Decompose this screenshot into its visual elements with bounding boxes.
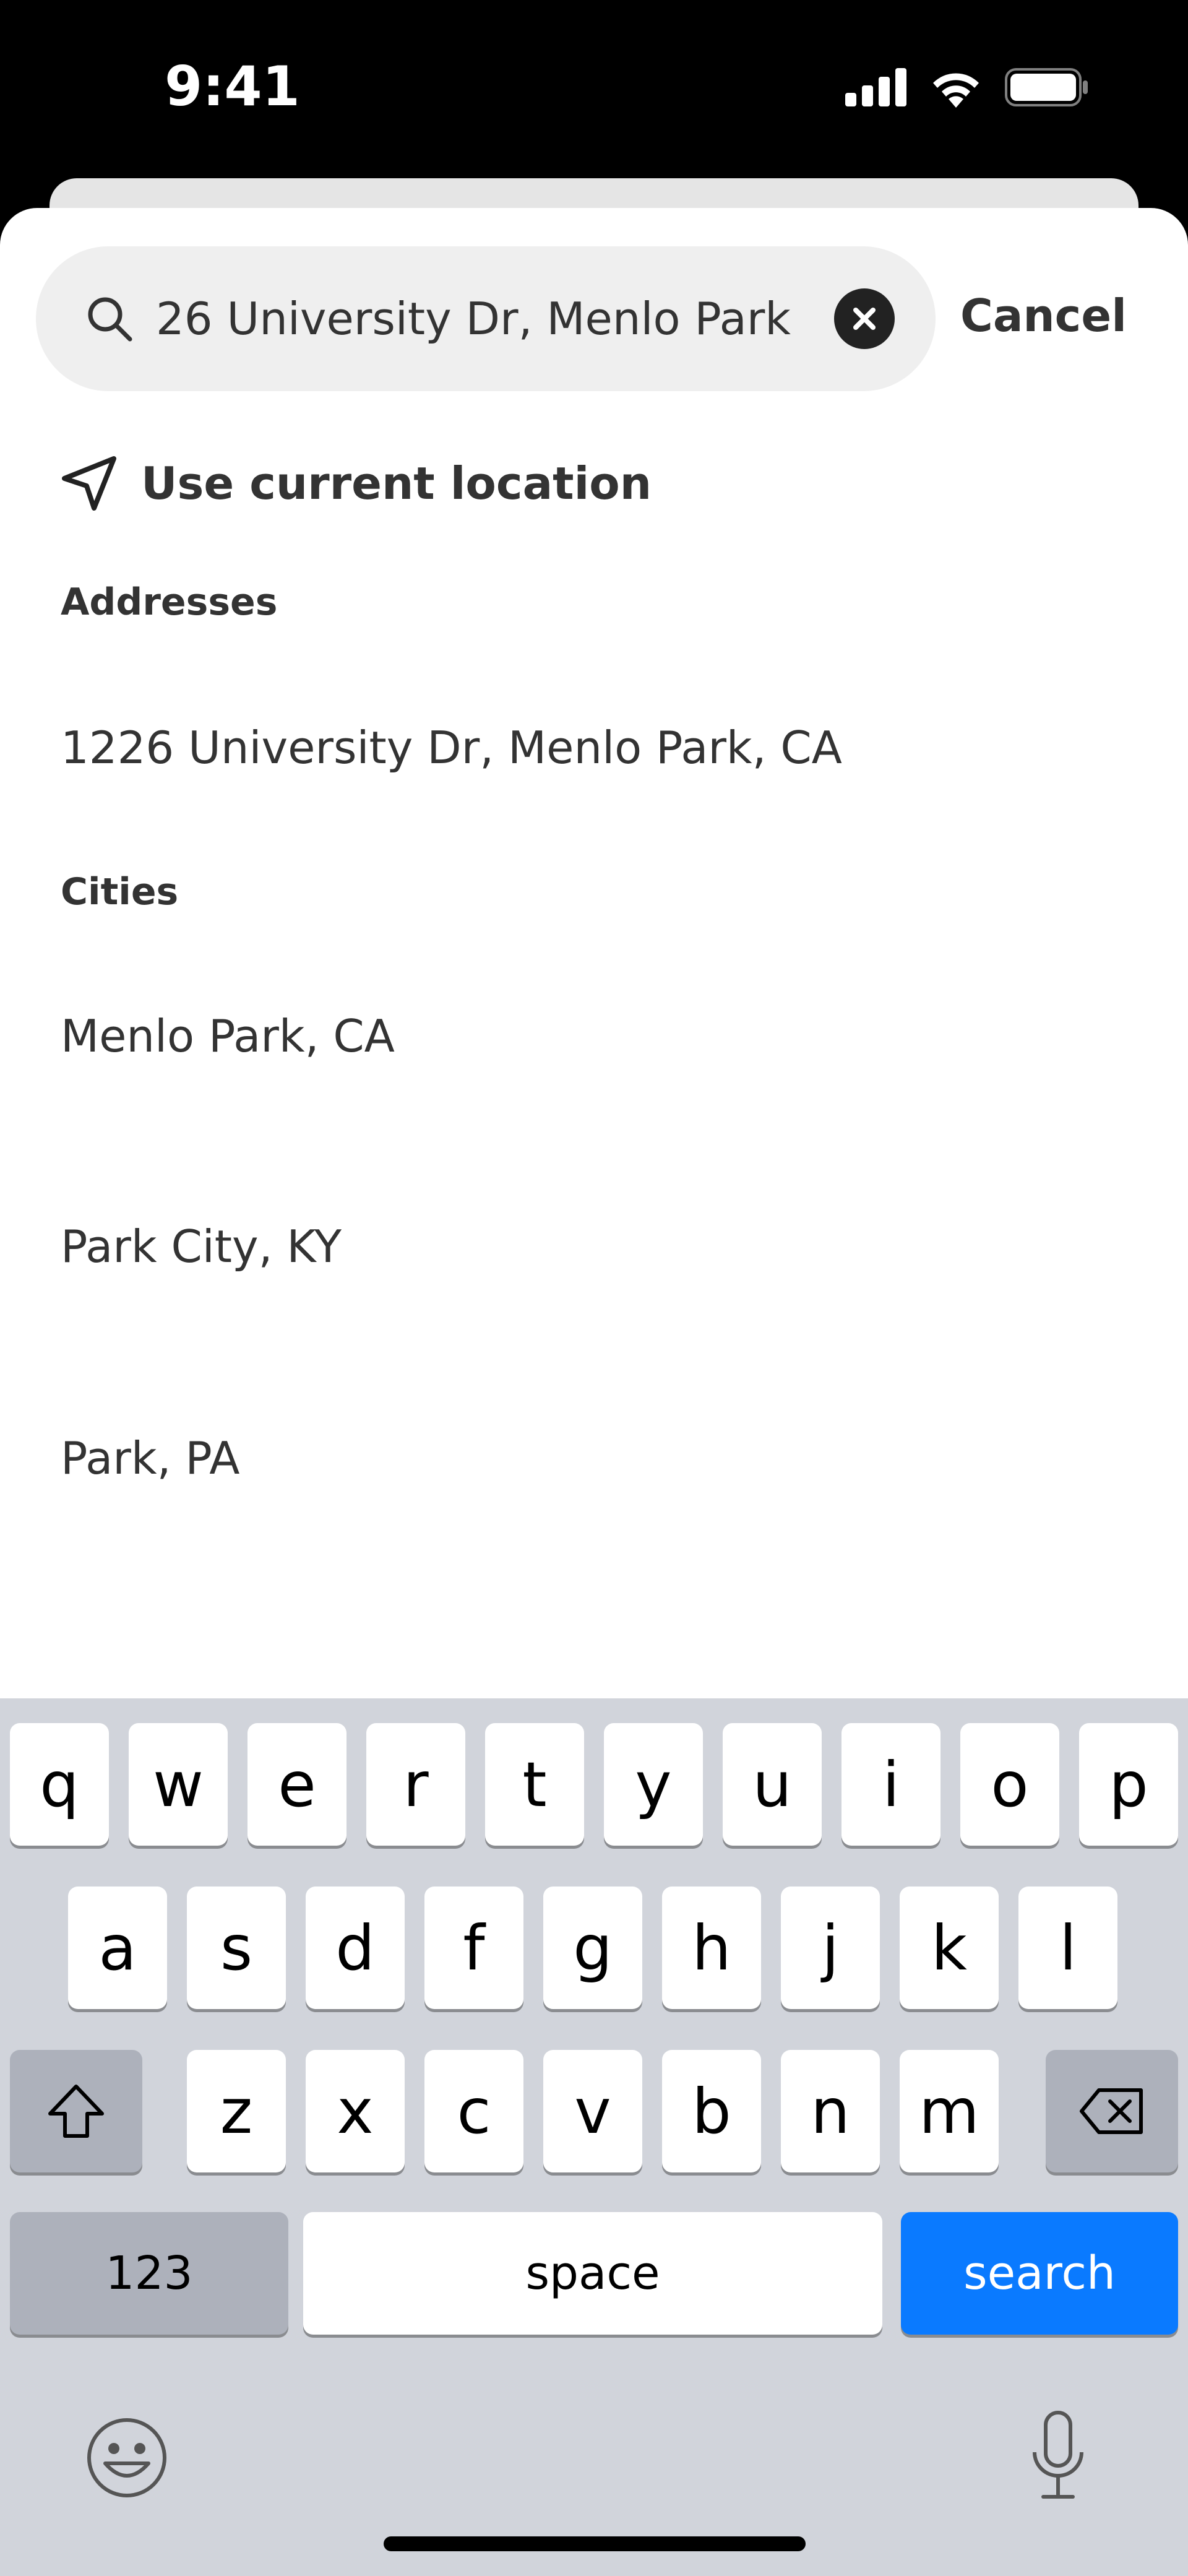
use-current-location-button[interactable]: Use current location: [59, 449, 652, 517]
signal-icon: [845, 68, 906, 106]
shift-icon: [48, 2085, 104, 2138]
key-y[interactable]: y: [604, 1723, 703, 1846]
key-f[interactable]: f: [424, 1887, 523, 2009]
city-result-item[interactable]: Menlo Park, CA: [61, 1010, 395, 1062]
key-v[interactable]: v: [543, 2050, 642, 2172]
key-n[interactable]: n: [781, 2050, 880, 2172]
key-p[interactable]: p: [1079, 1723, 1178, 1846]
home-indicator: [384, 2536, 806, 2551]
key-u[interactable]: u: [723, 1723, 822, 1846]
addresses-section-header: Addresses: [61, 581, 278, 624]
status-bar: 9:41: [0, 0, 1188, 179]
search-box[interactable]: [36, 246, 936, 391]
key-l[interactable]: l: [1018, 1887, 1117, 2009]
key-t[interactable]: t: [485, 1723, 584, 1846]
key-h[interactable]: h: [662, 1887, 761, 2009]
key-c[interactable]: c: [424, 2050, 523, 2172]
key-a[interactable]: a: [68, 1887, 167, 2009]
emoji-icon[interactable]: [85, 2416, 168, 2499]
navigation-arrow-icon: [62, 456, 116, 511]
key-g[interactable]: g: [543, 1887, 642, 2009]
key-x[interactable]: x: [306, 2050, 405, 2172]
use-current-location-label: Use current location: [141, 457, 652, 509]
city-result-item[interactable]: Park City, KY: [61, 1221, 342, 1273]
key-w[interactable]: w: [129, 1723, 228, 1846]
search-input[interactable]: [156, 279, 849, 359]
status-icons: [845, 67, 1089, 108]
key-b[interactable]: b: [662, 2050, 761, 2172]
shift-key[interactable]: [10, 2050, 142, 2172]
key-j[interactable]: j: [781, 1887, 880, 2009]
key-q[interactable]: q: [10, 1723, 109, 1846]
wifi-icon: [933, 73, 979, 108]
backspace-icon: [1080, 2088, 1143, 2134]
cancel-button[interactable]: Cancel: [960, 290, 1127, 342]
keyboard: q w e r t y u i o p a s d f g h j k l z …: [0, 1698, 1188, 2576]
clear-search-button[interactable]: [834, 288, 895, 349]
search-icon: [88, 297, 132, 342]
close-icon: [853, 308, 876, 330]
city-result-item[interactable]: Park, PA: [61, 1432, 239, 1484]
status-time: 9:41: [165, 54, 300, 118]
address-result-item[interactable]: 1226 University Dr, Menlo Park, CA: [61, 722, 842, 774]
delete-key[interactable]: [1046, 2050, 1178, 2172]
location-search-sheet: Cancel Use current location Addresses 12…: [0, 208, 1188, 1698]
key-s[interactable]: s: [187, 1887, 286, 2009]
key-m[interactable]: m: [900, 2050, 999, 2172]
space-key[interactable]: space: [303, 2212, 882, 2335]
search-key[interactable]: search: [901, 2212, 1178, 2335]
key-z[interactable]: z: [187, 2050, 286, 2172]
search-row: Cancel: [36, 246, 1152, 391]
battery-icon: [1005, 68, 1088, 106]
key-r[interactable]: r: [366, 1723, 465, 1846]
key-o[interactable]: o: [960, 1723, 1059, 1846]
numbers-key[interactable]: 123: [10, 2212, 288, 2335]
key-d[interactable]: d: [306, 1887, 405, 2009]
key-i[interactable]: i: [842, 1723, 940, 1846]
key-k[interactable]: k: [900, 1887, 999, 2009]
key-e[interactable]: e: [248, 1723, 346, 1846]
microphone-icon[interactable]: [1027, 2409, 1089, 2502]
cities-section-header: Cities: [61, 870, 179, 914]
